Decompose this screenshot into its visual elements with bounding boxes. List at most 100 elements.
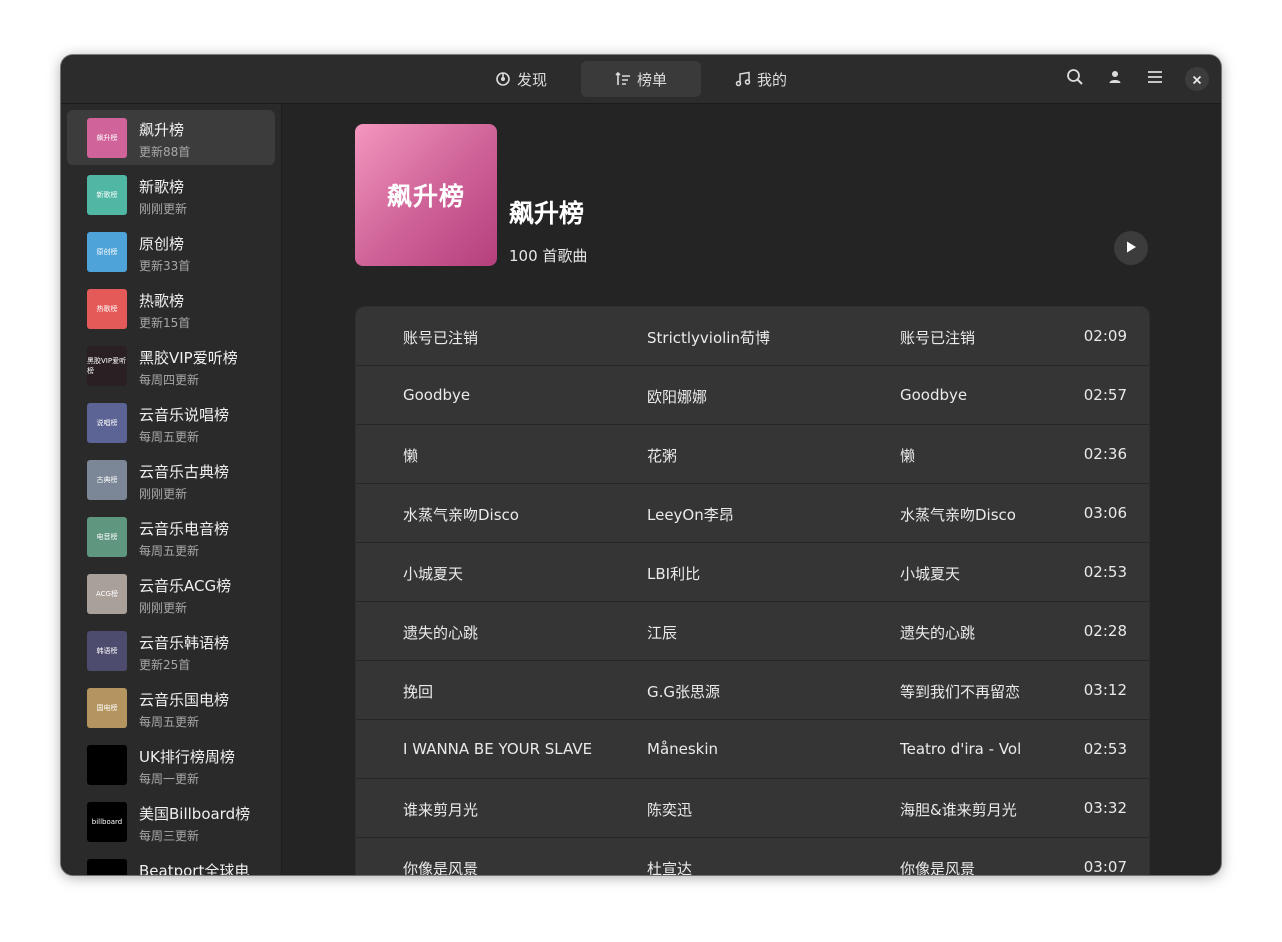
chart-thumbnail: 飙升榜 — [87, 118, 127, 158]
sidebar-item[interactable]: 古典榜 云音乐古典榜刚刚更新 — [67, 452, 275, 507]
chart-list: 飙升榜 飙升榜 更新88首 新歌榜 新歌榜 刚刚更新 原创榜 原创榜 更新33首 热歌榜 热歌榜 更新… — [61, 104, 281, 875]
close-button[interactable] — [1185, 67, 1209, 91]
song-row[interactable]: 小城夏天 LBI利比 小城夏天 02:53 — [356, 543, 1149, 602]
sidebar-item[interactable]: billboard 美国Billboard榜 每周三更新 — [67, 794, 275, 849]
song-album: 账号已注销 — [900, 329, 976, 347]
song-duration: 02:53 — [1083, 563, 1127, 581]
playlist-count: 100 首歌曲 — [509, 247, 588, 265]
song-album: Goodbye — [900, 386, 968, 404]
sidebar-item-subtitle: 刚刚更新 — [139, 487, 188, 501]
sidebar-item-subtitle: 更新88首 — [139, 145, 191, 159]
chart-thumbnail: 新歌榜 — [87, 175, 127, 215]
song-artist: G.G张思源 — [647, 683, 721, 701]
song-duration: 02:36 — [1083, 445, 1127, 463]
chart-thumbnail: 原创榜 — [87, 232, 127, 272]
sidebar-item[interactable]: 原创榜 原创榜 更新33首 — [67, 224, 275, 279]
sidebar-item[interactable]: 新歌榜 新歌榜 刚刚更新 — [67, 167, 275, 222]
sidebar-item[interactable]: Beatport全球电 — [67, 851, 275, 875]
menu-button[interactable] — [1141, 65, 1169, 93]
chart-thumbnail: 韩语榜 — [87, 631, 127, 671]
sidebar-item-title: 飙升榜 — [139, 121, 185, 139]
sidebar-item-subtitle: 刚刚更新 — [139, 202, 188, 216]
chart-thumbnail: ACG榜 — [87, 574, 127, 614]
sidebar-item[interactable]: 黑胶VIP爱听榜 黑胶VIP爱听榜 每周四更新 — [67, 338, 275, 393]
song-title: 小城夏天 — [403, 565, 464, 583]
sidebar-item-subtitle: 更新25首 — [139, 658, 191, 672]
tab-mine[interactable]: 我的 — [701, 61, 821, 97]
song-album: 你像是风景 — [900, 860, 976, 875]
song-duration: 03:07 — [1083, 858, 1127, 875]
sidebar-item-subtitle: 更新15首 — [139, 316, 191, 330]
sidebar-item[interactable]: 热歌榜 热歌榜 更新15首 — [67, 281, 275, 336]
tab-discover[interactable]: 发现 — [461, 61, 581, 97]
chart-thumbnail — [87, 859, 127, 875]
song-row[interactable]: 懒 花粥 懒 02:36 — [356, 425, 1149, 484]
sidebar-item-title: 黑胶VIP爱听榜 — [139, 349, 238, 367]
search-button[interactable] — [1061, 65, 1089, 93]
song-row[interactable]: I WANNA BE YOUR SLAVE Måneskin Teatro d'ir… — [356, 720, 1149, 779]
tab-label: 发现 — [516, 70, 547, 89]
song-row[interactable]: 你像是风景 杜宣达 你像是风景 03:07 — [356, 838, 1149, 875]
sidebar-item[interactable]: ACG榜 云音乐ACG榜 刚刚更新 — [67, 566, 275, 621]
song-artist: 杜宣达 — [647, 860, 693, 875]
menu-icon — [1147, 69, 1163, 89]
sidebar-item-subtitle: 每周三更新 — [139, 829, 200, 843]
song-duration: 02:53 — [1083, 740, 1127, 758]
song-album: 遗失的心跳 — [900, 624, 976, 642]
song-row[interactable]: 遗失的心跳 江辰 遗失的心跳 02:28 — [356, 602, 1149, 661]
sidebar-item-subtitle: 刚刚更新 — [139, 601, 188, 615]
sidebar-item-title: UK排行榜周榜 — [139, 748, 235, 766]
song-row[interactable]: Goodbye 欧阳娜娜 Goodbye 02:57 — [356, 366, 1149, 425]
header-bar: 发现 榜单 我的 — [61, 55, 1221, 104]
song-album: Teatro d'ira - Vol. I — [900, 740, 1020, 758]
song-artist: LBI利比 — [647, 565, 701, 583]
tab-label: 榜单 — [636, 70, 667, 89]
song-row[interactable]: 谁来剪月光 陈奕迅 海胆&谁来剪月光 03:32 — [356, 779, 1149, 838]
user-button[interactable] — [1101, 65, 1129, 93]
tab-label: 我的 — [756, 70, 787, 89]
song-artist: 花粥 — [647, 447, 678, 465]
sidebar-item-title: 云音乐古典榜 — [139, 463, 230, 481]
sidebar-item[interactable]: 电音榜 云音乐电音榜每周五更新 — [67, 509, 275, 564]
chart-list-icon — [615, 71, 631, 87]
sidebar-item[interactable]: 国电榜 云音乐国电榜 每周五更新 — [67, 680, 275, 735]
view-switcher: 发现 榜单 我的 — [461, 61, 821, 97]
sidebar-item-title: 云音乐电音榜 — [139, 520, 230, 538]
song-title: 谁来剪月光 — [403, 801, 479, 819]
song-row[interactable]: 水蒸气亲吻Disco LeeyOn李昂 水蒸气亲吻Disco 03:06 — [356, 484, 1149, 543]
sidebar-item-subtitle: 每周五更新 — [139, 430, 200, 444]
song-album: 海胆&谁来剪月光 — [900, 801, 1017, 819]
sidebar-item[interactable]: UK排行榜周榜 每周一更新 — [67, 737, 275, 792]
song-album: 水蒸气亲吻Disco — [900, 506, 1016, 524]
song-artist: 江辰 — [647, 624, 678, 642]
sidebar-item-title: 云音乐韩语榜 — [139, 634, 230, 652]
sidebar-item[interactable]: 说唱榜 云音乐说唱榜 每周五更新 — [67, 395, 275, 450]
app-window: 发现 榜单 我的 飙升榜 飙升榜 更新88首 新歌榜 新歌榜 刚刚更新 原创榜 … — [61, 55, 1221, 875]
music-note-icon — [735, 71, 751, 87]
song-duration: 02:28 — [1083, 622, 1127, 640]
sidebar-item-title: 热歌榜 — [139, 292, 185, 310]
song-title: 你像是风景 — [403, 860, 479, 875]
sidebar-item-subtitle: 每周五更新 — [139, 544, 200, 558]
song-row[interactable]: 账号已注销 Strictlyviolin荀博 账号已注销 02:09 — [356, 307, 1149, 366]
sidebar-item[interactable]: 飙升榜 飙升榜 更新88首 — [67, 110, 275, 165]
chart-thumbnail: billboard — [87, 802, 127, 842]
play-button[interactable] — [1114, 231, 1148, 265]
song-title: 账号已注销 — [403, 329, 479, 347]
chart-thumbnail: 说唱榜 — [87, 403, 127, 443]
song-title: 遗失的心跳 — [403, 624, 479, 642]
search-icon — [1066, 68, 1084, 90]
song-duration: 03:12 — [1083, 681, 1127, 699]
sidebar-item-title: 新歌榜 — [139, 178, 185, 196]
song-artist: Strictlyviolin荀博 — [647, 329, 770, 347]
sidebar-item[interactable]: 韩语榜 云音乐韩语榜更新25首 — [67, 623, 275, 678]
close-icon — [1192, 70, 1202, 89]
chart-thumbnail: 古典榜 — [87, 460, 127, 500]
chart-thumbnail: 电音榜 — [87, 517, 127, 557]
song-artist: Måneskin — [647, 740, 719, 758]
song-row[interactable]: 挽回 G.G张思源 等到我们不再留恋 03:12 — [356, 661, 1149, 720]
song-duration: 03:06 — [1083, 504, 1127, 522]
sidebar-item-title: 原创榜 — [139, 235, 185, 253]
tab-charts[interactable]: 榜单 — [581, 61, 701, 97]
chart-thumbnail: 热歌榜 — [87, 289, 127, 329]
